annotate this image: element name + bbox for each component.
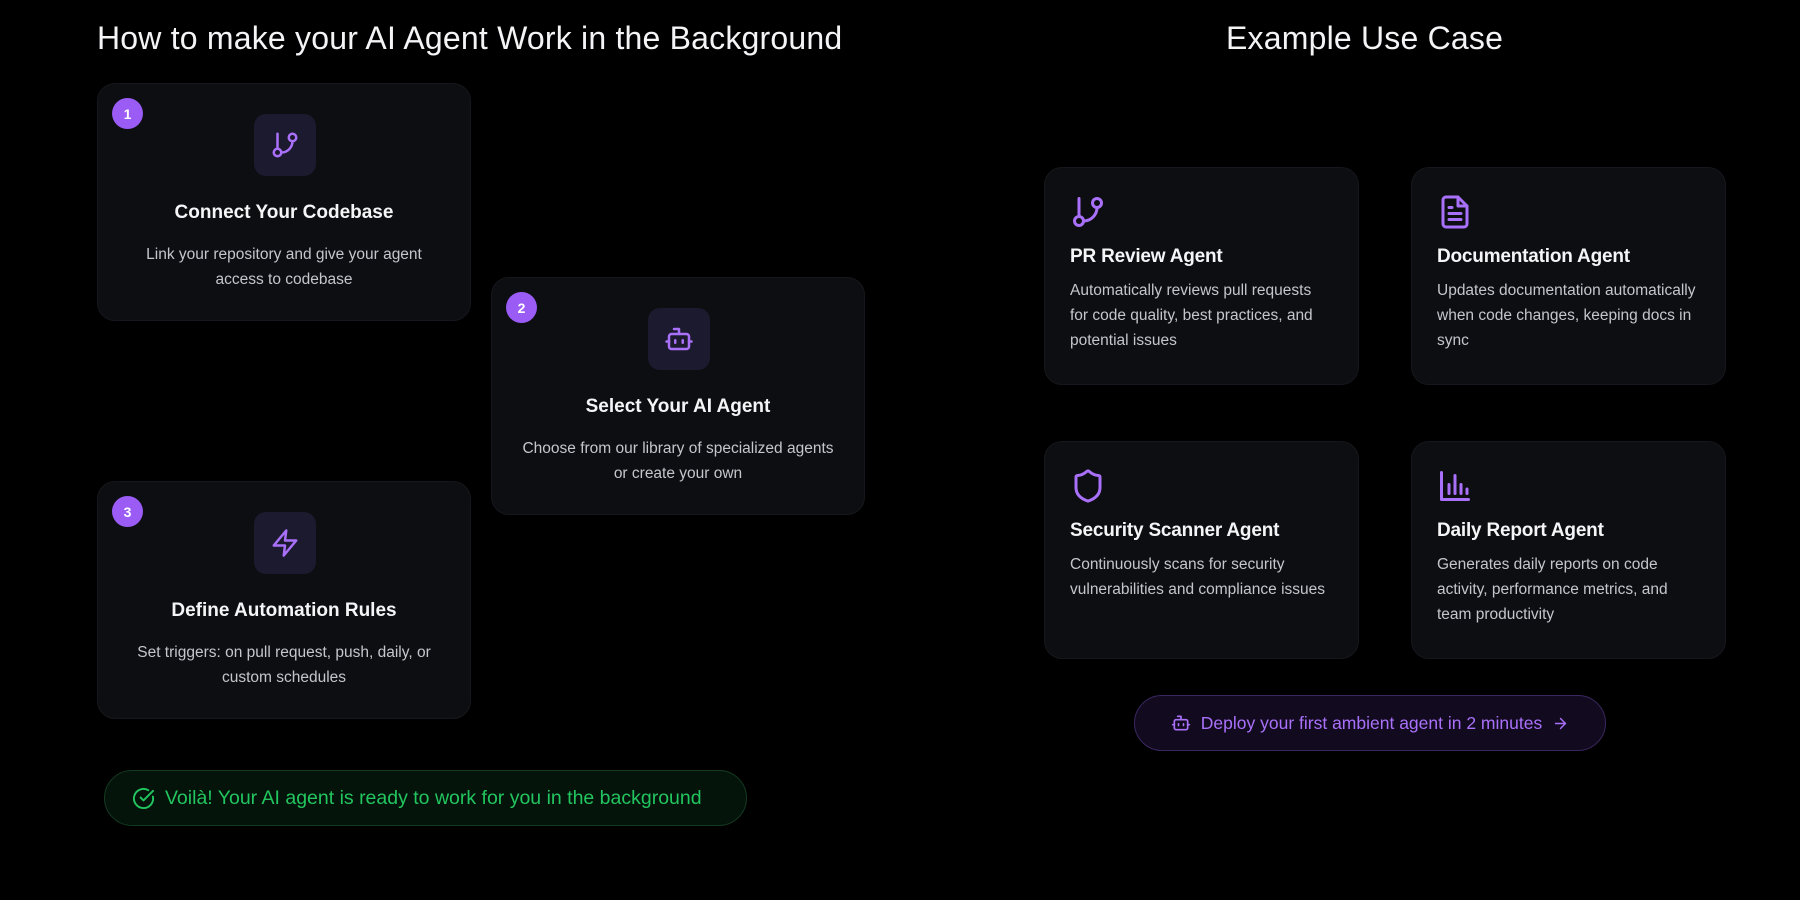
- step-card-automation-rules: 3 Define Automation Rules Set triggers: …: [97, 481, 471, 719]
- step-number-badge: 3: [112, 496, 143, 527]
- deploy-button-label: Deploy your first ambient agent in 2 min…: [1200, 712, 1543, 733]
- use-case-description: Continuously scans for security vulnerab…: [1070, 556, 1326, 598]
- use-case-title: Documentation Agent: [1437, 246, 1630, 267]
- step-title: Select Your AI Agent: [585, 396, 771, 417]
- document-icon: [1441, 195, 1469, 229]
- right-section-heading: Example Use Case: [1226, 20, 1504, 56]
- deploy-agent-button[interactable]: Deploy your first ambient agent in 2 min…: [1134, 695, 1606, 751]
- use-case-card-pr-review: PR Review Agent Automatically reviews pu…: [1044, 167, 1359, 385]
- check-circle-icon: [132, 787, 155, 809]
- use-case-description: Automatically reviews pull requests for …: [1070, 282, 1313, 349]
- step-icon-box: [254, 114, 316, 176]
- left-section-heading: How to make your AI Agent Work in the Ba…: [97, 20, 843, 56]
- step-title: Define Automation Rules: [171, 600, 397, 621]
- arrow-right-icon: [1555, 717, 1567, 729]
- success-message: Voilà! Your AI agent is ready to work fo…: [165, 786, 702, 809]
- lightning-icon: [272, 529, 298, 557]
- use-case-card-security-scanner: Security Scanner Agent Continuously scan…: [1044, 441, 1359, 659]
- use-case-title: Daily Report Agent: [1437, 520, 1604, 541]
- use-case-title: PR Review Agent: [1070, 246, 1223, 267]
- use-case-card-documentation: Documentation Agent Updates documentatio…: [1411, 167, 1726, 385]
- shield-icon: [1074, 469, 1102, 503]
- step-description: Link your repository and give your agent…: [146, 246, 422, 288]
- bot-icon: [665, 327, 693, 351]
- step-card-select-agent: 2 Select Your AI Agent Choose from our l…: [491, 277, 865, 515]
- step-number-badge: 1: [112, 98, 143, 129]
- success-banner: Voilà! Your AI agent is ready to work fo…: [104, 770, 747, 826]
- bot-icon: [1171, 715, 1190, 731]
- use-case-description: Updates documentation automatically when…: [1437, 282, 1696, 349]
- step-icon-box: [254, 512, 316, 574]
- git-branch-icon: [1073, 197, 1103, 227]
- use-case-title: Security Scanner Agent: [1070, 520, 1280, 541]
- step-icon-box: [648, 308, 710, 370]
- bar-chart-icon: [1440, 471, 1470, 501]
- step-title: Connect Your Codebase: [174, 202, 394, 223]
- use-case-card-daily-report: Daily Report Agent Generates daily repor…: [1411, 441, 1726, 659]
- use-case-description: Generates daily reports on code activity…: [1437, 556, 1668, 623]
- step-description: Choose from our library of specialized a…: [522, 440, 834, 482]
- git-branch-icon: [272, 132, 298, 158]
- step-description: Set triggers: on pull request, push, dai…: [137, 644, 431, 686]
- step-number-badge: 2: [506, 292, 537, 323]
- step-card-connect-codebase: 1 Connect Your Codebase Link your reposi…: [97, 83, 471, 321]
